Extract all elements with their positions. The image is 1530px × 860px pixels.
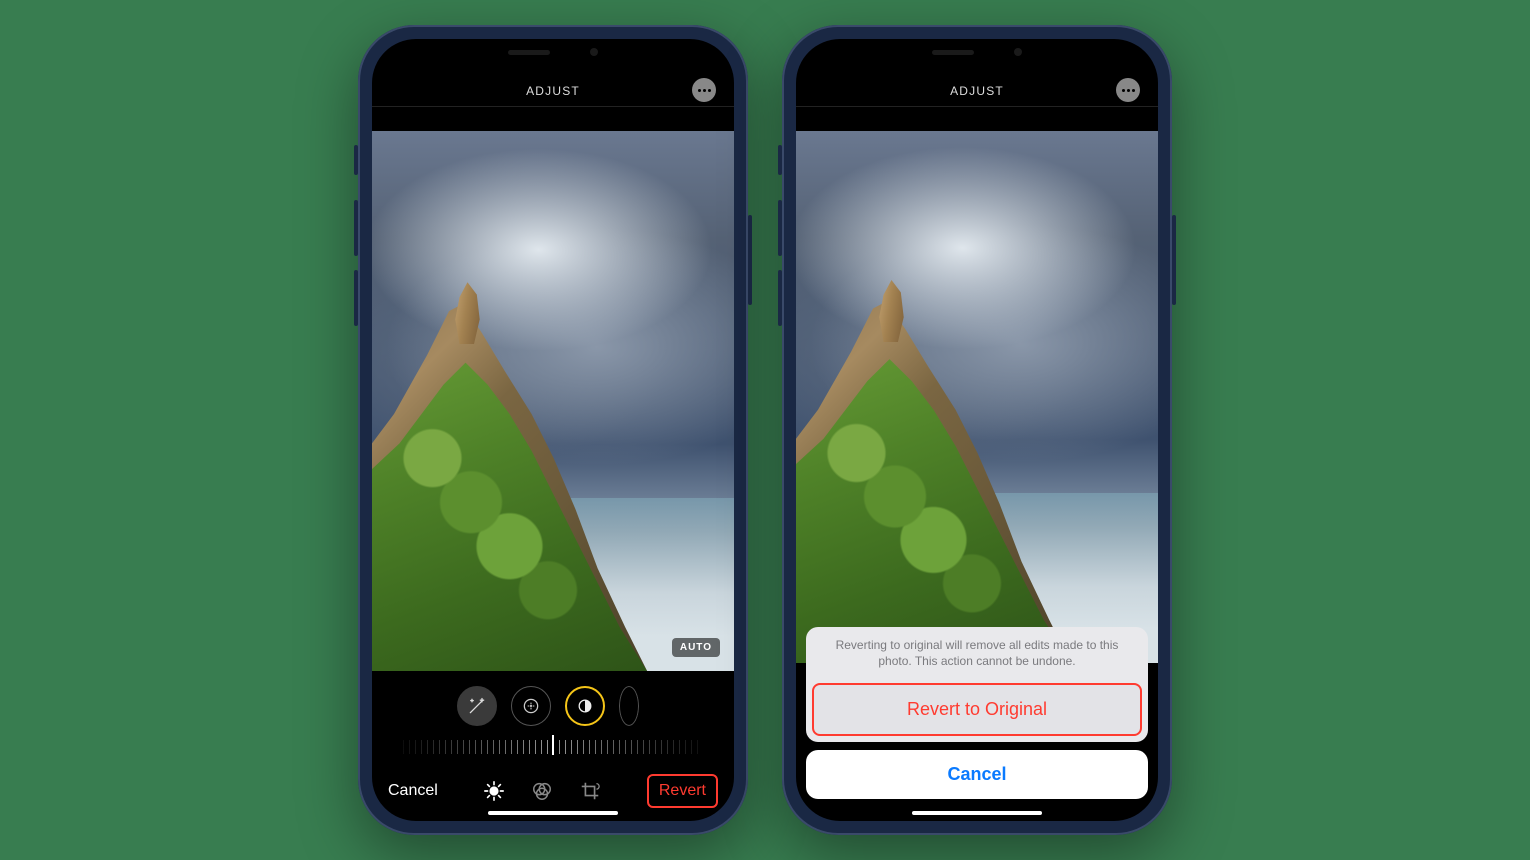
photo-preview: AUTO	[372, 131, 734, 671]
editor-mode-title: ADJUST	[950, 84, 1004, 98]
more-button[interactable]	[692, 78, 716, 102]
revert-button[interactable]: Revert	[647, 774, 718, 808]
phone-right: ADJUST AUTO Reverting to original will r…	[782, 25, 1172, 835]
next-tool-peek[interactable]	[619, 686, 639, 726]
revert-to-original-button[interactable]: Revert to Original	[812, 683, 1142, 736]
home-indicator[interactable]	[488, 811, 618, 815]
action-sheet: Reverting to original will remove all ed…	[796, 627, 1158, 821]
exposure-icon	[521, 696, 541, 716]
photo-preview: AUTO	[796, 131, 1158, 663]
cancel-button[interactable]: Cancel	[388, 782, 438, 800]
action-sheet-cancel-button[interactable]: Cancel	[806, 750, 1148, 799]
brilliance-icon	[575, 696, 595, 716]
exposure-tool[interactable]	[511, 686, 551, 726]
adjust-tools-row	[372, 679, 734, 733]
notch	[897, 39, 1057, 65]
action-sheet-message: Reverting to original will remove all ed…	[806, 627, 1148, 679]
editor-mode-title: ADJUST	[526, 84, 580, 98]
filters-tab-icon[interactable]	[531, 780, 553, 802]
adjust-tab-icon[interactable]	[483, 780, 505, 802]
wand-icon	[467, 696, 487, 716]
auto-badge: AUTO	[672, 638, 720, 657]
crop-tab-icon[interactable]	[579, 780, 601, 802]
notch	[473, 39, 633, 65]
brilliance-tool[interactable]	[565, 686, 605, 726]
adjust-slider[interactable]	[372, 733, 734, 761]
phone-left: ADJUST AUTO	[358, 25, 748, 835]
more-button[interactable]	[1116, 78, 1140, 102]
home-indicator[interactable]	[912, 811, 1042, 815]
auto-enhance-tool[interactable]	[457, 686, 497, 726]
